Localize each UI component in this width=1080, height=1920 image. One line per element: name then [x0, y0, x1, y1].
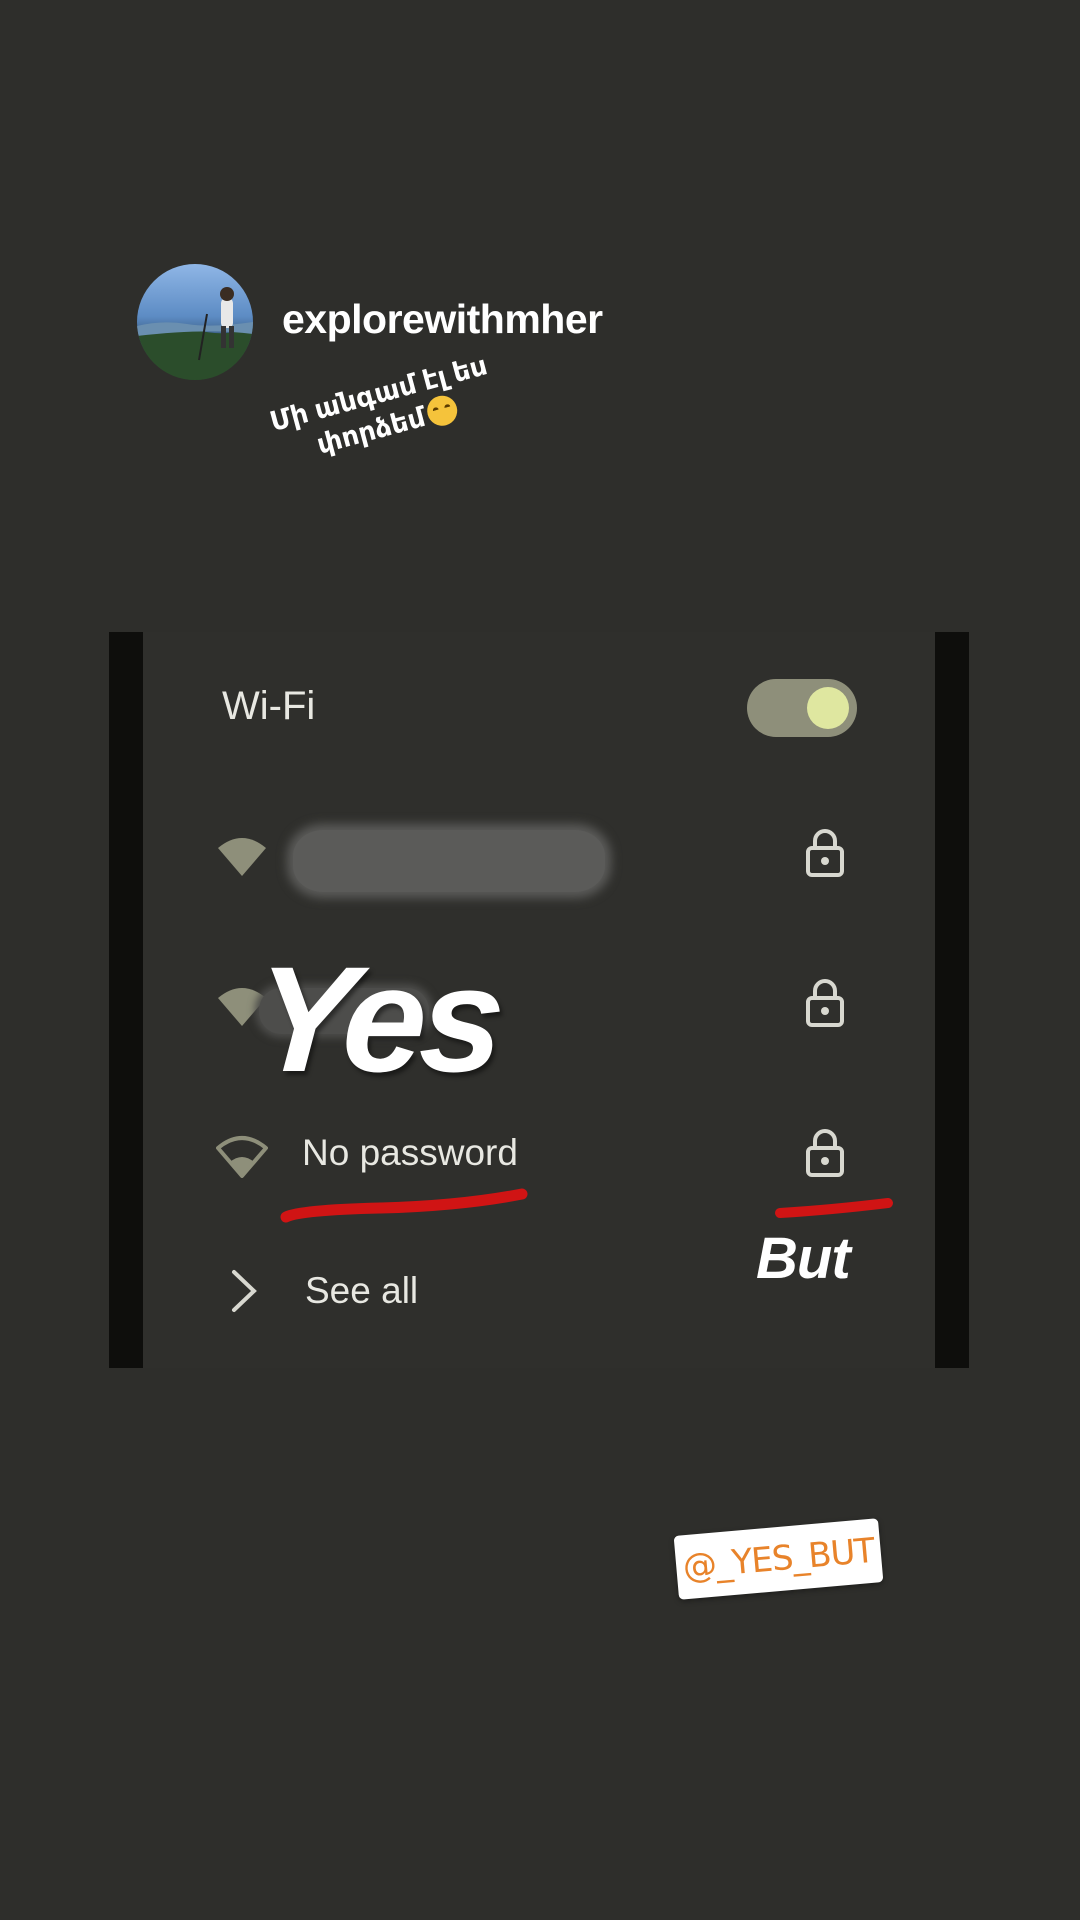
lock-underline — [775, 1198, 893, 1218]
marker-annotations — [280, 1188, 893, 1223]
no-password-underline — [280, 1188, 528, 1223]
yes-sticker: Yes — [249, 935, 505, 1103]
but-sticker: But — [756, 1226, 851, 1291]
